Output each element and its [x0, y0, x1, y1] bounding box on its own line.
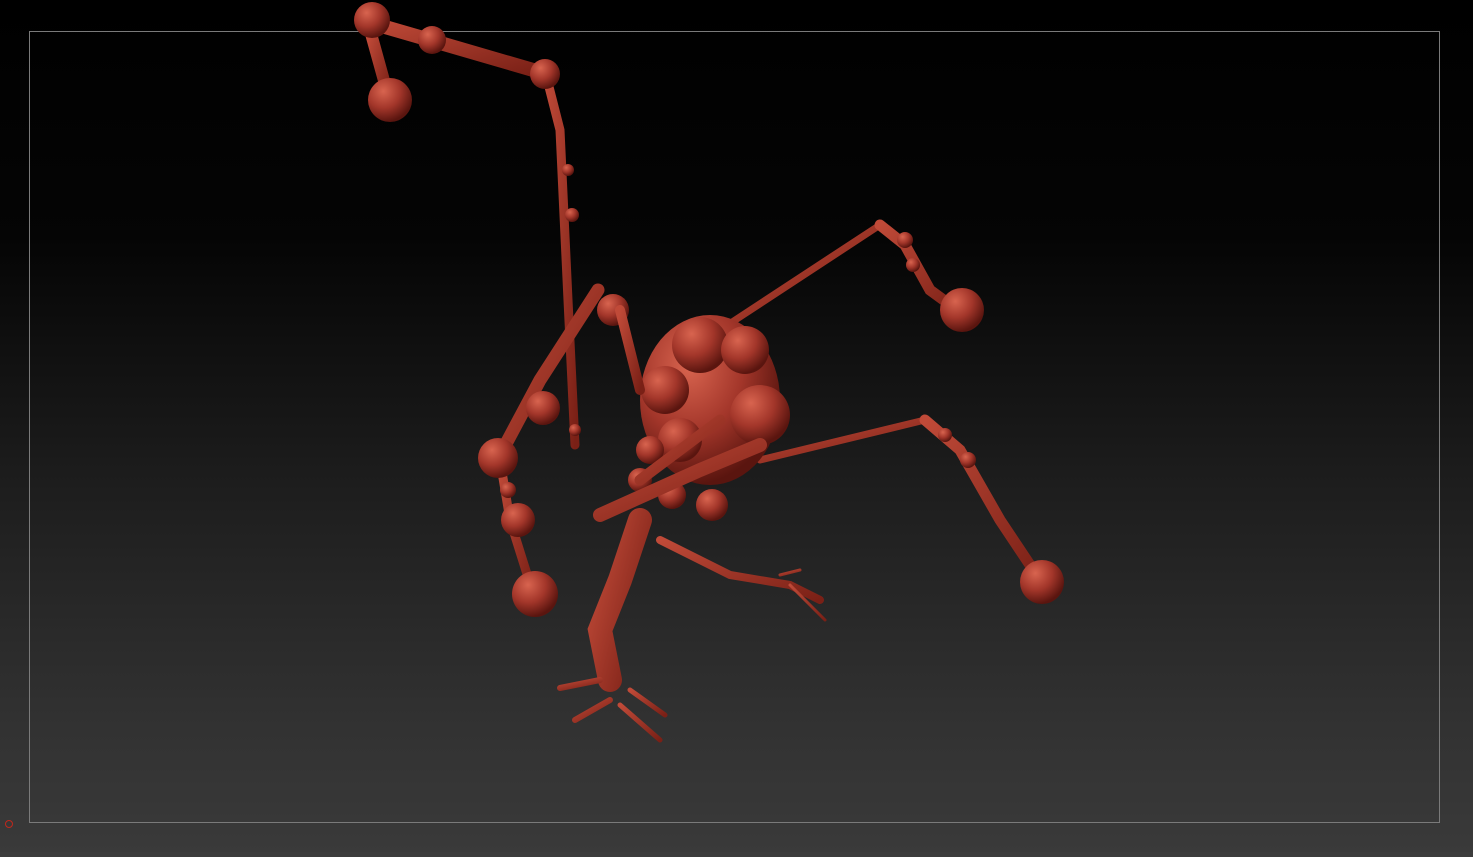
3d-viewport[interactable]: [0, 0, 1473, 857]
lower-leg: [557, 508, 668, 743]
bottom-strip: [0, 852, 1473, 857]
left-leg-joints: [478, 294, 629, 617]
left-leg: [493, 283, 605, 595]
zsphere-model[interactable]: [0, 0, 1473, 857]
right-lower-arm: [756, 414, 1046, 586]
circle-marker-icon: [5, 820, 13, 828]
right-upper-arm: [716, 219, 966, 334]
